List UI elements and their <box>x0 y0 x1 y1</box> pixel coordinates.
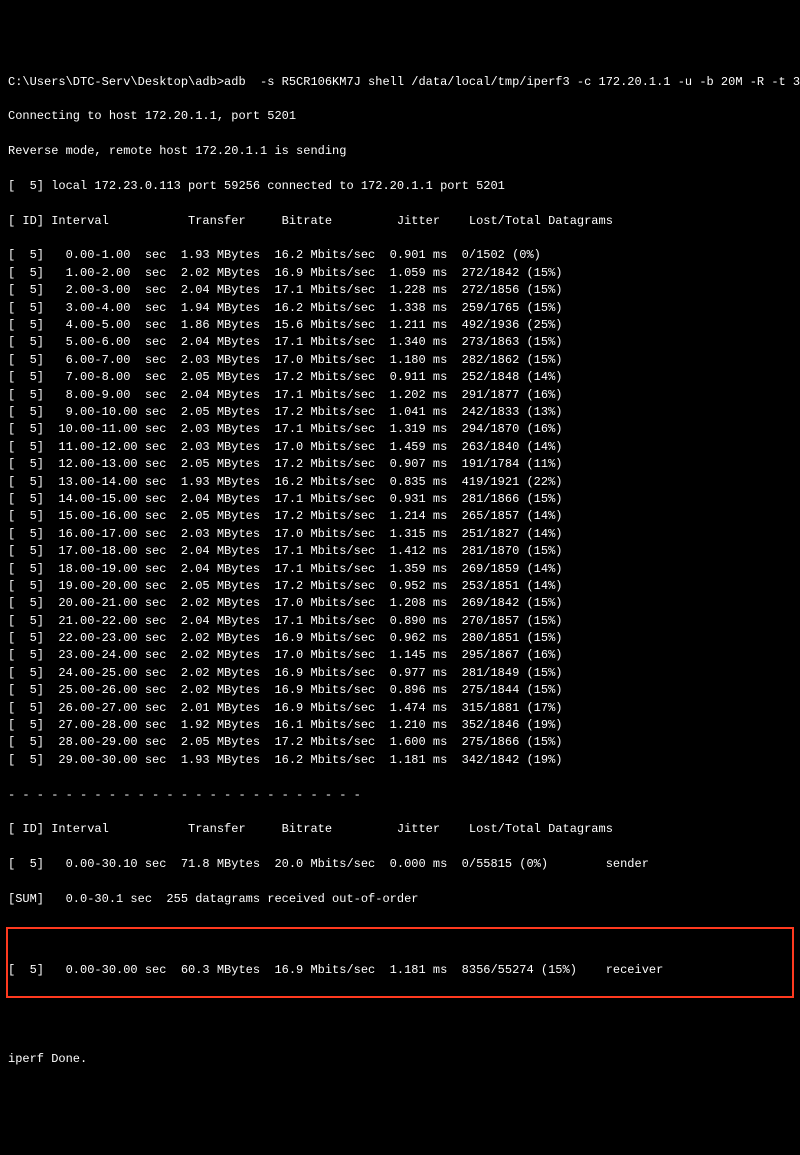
interval-row: [ 5] 20.00-21.00 sec 2.02 MBytes 17.0 Mb… <box>8 595 792 612</box>
interval-row: [ 5] 21.00-22.00 sec 2.04 MBytes 17.1 Mb… <box>8 613 792 630</box>
interval-row: [ 5] 18.00-19.00 sec 2.04 MBytes 17.1 Mb… <box>8 561 792 578</box>
interval-row: [ 5] 26.00-27.00 sec 2.01 MBytes 16.9 Mb… <box>8 700 792 717</box>
summary-receiver-line: [ 5] 0.00-30.00 sec 60.3 MBytes 16.9 Mbi… <box>8 962 792 979</box>
interval-row: [ 5] 29.00-30.00 sec 1.93 MBytes 16.2 Mb… <box>8 752 792 769</box>
interval-row: [ 5] 11.00-12.00 sec 2.03 MBytes 17.0 Mb… <box>8 439 792 456</box>
interval-row: [ 5] 19.00-20.00 sec 2.05 MBytes 17.2 Mb… <box>8 578 792 595</box>
interval-row: [ 5] 4.00-5.00 sec 1.86 MBytes 15.6 Mbit… <box>8 317 792 334</box>
done-line: iperf Done. <box>8 1051 792 1068</box>
interval-row: [ 5] 7.00-8.00 sec 2.05 MBytes 17.2 Mbit… <box>8 369 792 386</box>
interval-row: [ 5] 14.00-15.00 sec 2.04 MBytes 17.1 Mb… <box>8 491 792 508</box>
interval-row: [ 5] 24.00-25.00 sec 2.02 MBytes 16.9 Mb… <box>8 665 792 682</box>
interval-row: [ 5] 10.00-11.00 sec 2.03 MBytes 17.1 Mb… <box>8 421 792 438</box>
interval-row: [ 5] 8.00-9.00 sec 2.04 MBytes 17.1 Mbit… <box>8 387 792 404</box>
blank-line <box>8 1017 792 1034</box>
command-line: C:\Users\DTC-Serv\Desktop\adb>adb -s R5C… <box>8 74 792 91</box>
interval-row: [ 5] 25.00-26.00 sec 2.02 MBytes 16.9 Mb… <box>8 682 792 699</box>
interval-row: [ 5] 3.00-4.00 sec 1.94 MBytes 16.2 Mbit… <box>8 300 792 317</box>
interval-row: [ 5] 12.00-13.00 sec 2.05 MBytes 17.2 Mb… <box>8 456 792 473</box>
connecting-line: Connecting to host 172.20.1.1, port 5201 <box>8 108 792 125</box>
interval-row: [ 5] 0.00-1.00 sec 1.93 MBytes 16.2 Mbit… <box>8 247 792 264</box>
local-line: [ 5] local 172.23.0.113 port 59256 conne… <box>8 178 792 195</box>
interval-row: [ 5] 22.00-23.00 sec 2.02 MBytes 16.9 Mb… <box>8 630 792 647</box>
interval-row: [ 5] 27.00-28.00 sec 1.92 MBytes 16.1 Mb… <box>8 717 792 734</box>
reverse-line: Reverse mode, remote host 172.20.1.1 is … <box>8 143 792 160</box>
dash-separator: - - - - - - - - - - - - - - - - - - - - … <box>8 787 792 804</box>
interval-row: [ 5] 23.00-24.00 sec 2.02 MBytes 17.0 Mb… <box>8 647 792 664</box>
interval-row: [ 5] 6.00-7.00 sec 2.03 MBytes 17.0 Mbit… <box>8 352 792 369</box>
interval-rows: [ 5] 0.00-1.00 sec 1.93 MBytes 16.2 Mbit… <box>8 247 792 769</box>
summary-sender-line: [ 5] 0.00-30.10 sec 71.8 MBytes 20.0 Mbi… <box>8 856 792 873</box>
header-line-2: [ ID] Interval Transfer Bitrate Jitter L… <box>8 821 792 838</box>
interval-row: [ 5] 15.00-16.00 sec 2.05 MBytes 17.2 Mb… <box>8 508 792 525</box>
receiver-highlight: [ 5] 0.00-30.00 sec 60.3 MBytes 16.9 Mbi… <box>6 927 794 999</box>
interval-row: [ 5] 28.00-29.00 sec 2.05 MBytes 17.2 Mb… <box>8 734 792 751</box>
interval-row: [ 5] 1.00-2.00 sec 2.02 MBytes 16.9 Mbit… <box>8 265 792 282</box>
header-line: [ ID] Interval Transfer Bitrate Jitter L… <box>8 213 792 230</box>
interval-row: [ 5] 16.00-17.00 sec 2.03 MBytes 17.0 Mb… <box>8 526 792 543</box>
interval-row: [ 5] 13.00-14.00 sec 1.93 MBytes 16.2 Mb… <box>8 474 792 491</box>
interval-row: [ 5] 5.00-6.00 sec 2.04 MBytes 17.1 Mbit… <box>8 334 792 351</box>
interval-row: [ 5] 17.00-18.00 sec 2.04 MBytes 17.1 Mb… <box>8 543 792 560</box>
interval-row: [ 5] 9.00-10.00 sec 2.05 MBytes 17.2 Mbi… <box>8 404 792 421</box>
sum-ooo-line: [SUM] 0.0-30.1 sec 255 datagrams receive… <box>8 891 792 908</box>
interval-row: [ 5] 2.00-3.00 sec 2.04 MBytes 17.1 Mbit… <box>8 282 792 299</box>
